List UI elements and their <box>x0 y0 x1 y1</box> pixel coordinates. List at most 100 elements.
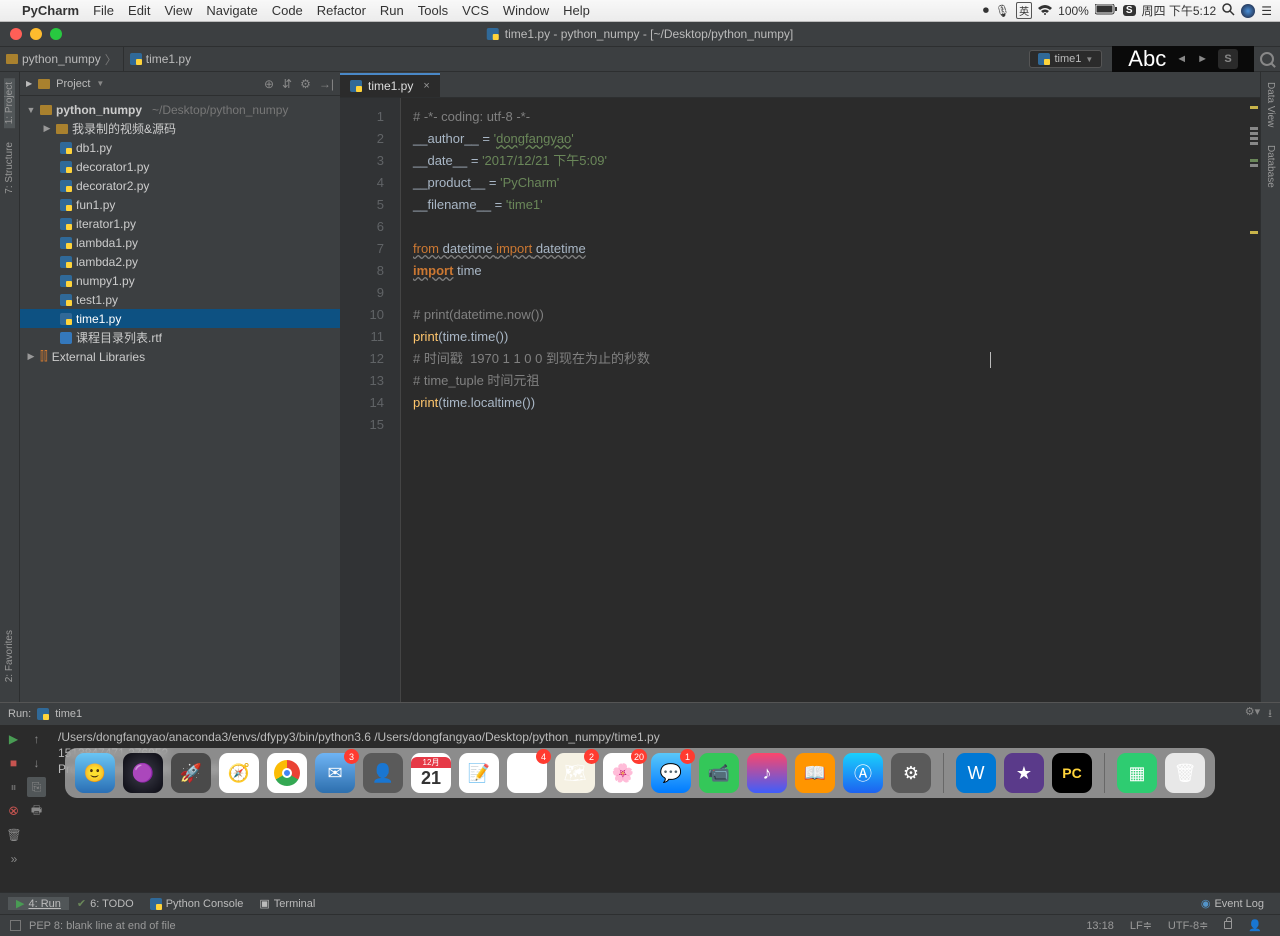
dock-contacts[interactable]: 👤 <box>363 753 403 793</box>
python-console-button[interactable]: Python Console <box>142 898 252 910</box>
menu-refactor[interactable]: Refactor <box>317 3 366 18</box>
tree-file[interactable]: lambda2.py <box>20 252 340 271</box>
dock-pycharm[interactable]: PC <box>1052 753 1092 793</box>
tree-file[interactable]: db1.py <box>20 138 340 157</box>
code-editor[interactable]: # -*- coding: utf-8 -*- __author__ = 'do… <box>400 98 1260 702</box>
caret-position[interactable]: 13:18 <box>1078 920 1122 932</box>
file-encoding[interactable]: UTF-8≑ <box>1160 919 1216 932</box>
stop-button[interactable]: ■ <box>4 753 23 773</box>
menu-run[interactable]: Run <box>380 3 404 18</box>
notifications-icon[interactable]: ☰ <box>1261 4 1272 18</box>
scroll-from-source-icon[interactable]: ⊕ <box>264 77 274 91</box>
mic-icon[interactable]: 🎙 <box>995 4 1010 18</box>
structure-tab[interactable]: 7: Structure <box>4 138 15 198</box>
terminal-button[interactable]: ▣Terminal <box>251 897 323 910</box>
dock-notes[interactable]: 📝 <box>459 753 499 793</box>
dock-settings[interactable]: ⚙ <box>891 753 931 793</box>
tree-file[interactable]: lambda1.py <box>20 233 340 252</box>
tree-file[interactable]: decorator1.py <box>20 157 340 176</box>
dock-messages[interactable]: 💬1 <box>651 753 691 793</box>
menu-edit[interactable]: Edit <box>128 3 150 18</box>
screenrec-icon[interactable]: ⏺ <box>983 3 989 18</box>
dock-ibooks[interactable]: 📖 <box>795 753 835 793</box>
dock-reminders[interactable]: ▤4 <box>507 753 547 793</box>
run-config-selector[interactable]: time1▼ <box>1029 50 1102 68</box>
tree-folder[interactable]: ▶我录制的视频&源码 <box>20 119 340 138</box>
menu-vcs[interactable]: VCS <box>462 3 489 18</box>
breadcrumb-root[interactable]: python_numpy〉 <box>0 47 124 71</box>
dock-facetime[interactable]: 📹 <box>699 753 739 793</box>
clock[interactable]: 周四 下午5:12 <box>1142 2 1217 19</box>
menu-window[interactable]: Window <box>503 3 549 18</box>
siri-icon[interactable] <box>1241 4 1255 18</box>
breadcrumb-file[interactable]: time1.py <box>124 47 197 71</box>
todo-tool-button[interactable]: ✔6: TODO <box>69 897 142 910</box>
menu-help[interactable]: Help <box>563 3 590 18</box>
dock-launchpad[interactable]: 🚀 <box>171 753 211 793</box>
dock-app[interactable]: ▦ <box>1117 753 1157 793</box>
event-log-button[interactable]: ◉Event Log <box>1193 897 1272 910</box>
pause-button[interactable]: ⏸ <box>4 777 23 797</box>
dock-calendar[interactable]: 12月21 <box>411 753 451 793</box>
line-number-gutter[interactable]: 123456789101112131415 <box>340 98 400 702</box>
search-everywhere-icon[interactable] <box>1260 52 1274 66</box>
inspection-icon[interactable]: 👤 <box>1240 919 1270 932</box>
close-window-button[interactable] <box>10 28 22 40</box>
clear-all-icon[interactable]: 🗑 <box>4 825 24 845</box>
traffic-lights[interactable] <box>10 28 62 40</box>
ime-next-icon[interactable]: ► <box>1197 53 1208 65</box>
more-icon[interactable]: » <box>4 849 24 869</box>
spotlight-icon[interactable] <box>1222 3 1235 19</box>
tree-file[interactable]: fun1.py <box>20 195 340 214</box>
sogou-ime-icon[interactable]: S <box>1218 49 1238 69</box>
menu-navigate[interactable]: Navigate <box>206 3 257 18</box>
tree-file[interactable]: 课程目录列表.rtf <box>20 328 340 347</box>
dock-itunes[interactable]: ♪ <box>747 753 787 793</box>
editor-tab-time1[interactable]: time1.py× <box>340 73 440 97</box>
run-settings-icon[interactable]: ⚙▾ <box>1245 705 1260 724</box>
dock-mail[interactable]: ✉3 <box>315 753 355 793</box>
rerun-button[interactable]: ▶ <box>4 729 23 749</box>
menu-view[interactable]: View <box>164 3 192 18</box>
run-tool-button[interactable]: ▶4: Run <box>8 897 69 910</box>
project-tab[interactable]: 1: Project <box>4 78 15 128</box>
menubar-status-icons[interactable]: ⏺ 🎙 英 100% S 周四 下午5:12 ☰ <box>983 2 1272 19</box>
menu-tools[interactable]: Tools <box>418 3 448 18</box>
menu-file[interactable]: File <box>93 3 114 18</box>
dock-maps[interactable]: 🗺2 <box>555 753 595 793</box>
step-down-icon[interactable]: ↓ <box>27 753 46 773</box>
status-toggle-icon[interactable] <box>10 920 21 931</box>
ime-icon[interactable]: 英 <box>1016 2 1032 19</box>
collapse-all-icon[interactable]: ⇵ <box>282 77 292 91</box>
favorites-tab[interactable]: 2: Favorites <box>4 626 15 686</box>
print-icon[interactable]: 🖶 <box>27 801 46 821</box>
tree-file[interactable]: numpy1.py <box>20 271 340 290</box>
dock-trash[interactable]: 🗑 <box>1165 753 1205 793</box>
dock-chrome[interactable] <box>267 753 307 793</box>
tree-file[interactable]: iterator1.py <box>20 214 340 233</box>
dock-photos[interactable]: 🌸20 <box>603 753 643 793</box>
settings-icon[interactable]: ⚙ <box>300 77 311 91</box>
sogou-icon[interactable]: S <box>1123 5 1136 16</box>
ime-prev-icon[interactable]: ◄ <box>1176 53 1187 65</box>
app-name[interactable]: PyCharm <box>22 3 79 18</box>
tree-file[interactable]: test1.py <box>20 290 340 309</box>
tree-external-libraries[interactable]: ▶⫿⫿External Libraries <box>20 347 340 366</box>
menu-code[interactable]: Code <box>272 3 303 18</box>
line-separator[interactable]: LF≑ <box>1122 919 1160 932</box>
dock-finder[interactable]: 🙂 <box>75 753 115 793</box>
tree-file-selected[interactable]: time1.py <box>20 309 340 328</box>
step-up-icon[interactable]: ↑ <box>27 729 46 749</box>
dock-word[interactable]: W <box>956 753 996 793</box>
wifi-icon[interactable] <box>1038 4 1052 18</box>
tree-project-root[interactable]: ▼python_numpy~/Desktop/python_numpy <box>20 100 340 119</box>
tree-file[interactable]: decorator2.py <box>20 176 340 195</box>
maximize-window-button[interactable] <box>50 28 62 40</box>
dock-safari[interactable]: 🧭 <box>219 753 259 793</box>
error-stripe[interactable] <box>1250 106 1260 236</box>
minimize-window-button[interactable] <box>30 28 42 40</box>
run-hide-icon[interactable]: ⭳ <box>1268 705 1272 724</box>
dock-imovie[interactable]: ★ <box>1004 753 1044 793</box>
soft-wrap-icon[interactable]: ⎘ <box>27 777 46 797</box>
dock-siri[interactable]: 🟣 <box>123 753 163 793</box>
